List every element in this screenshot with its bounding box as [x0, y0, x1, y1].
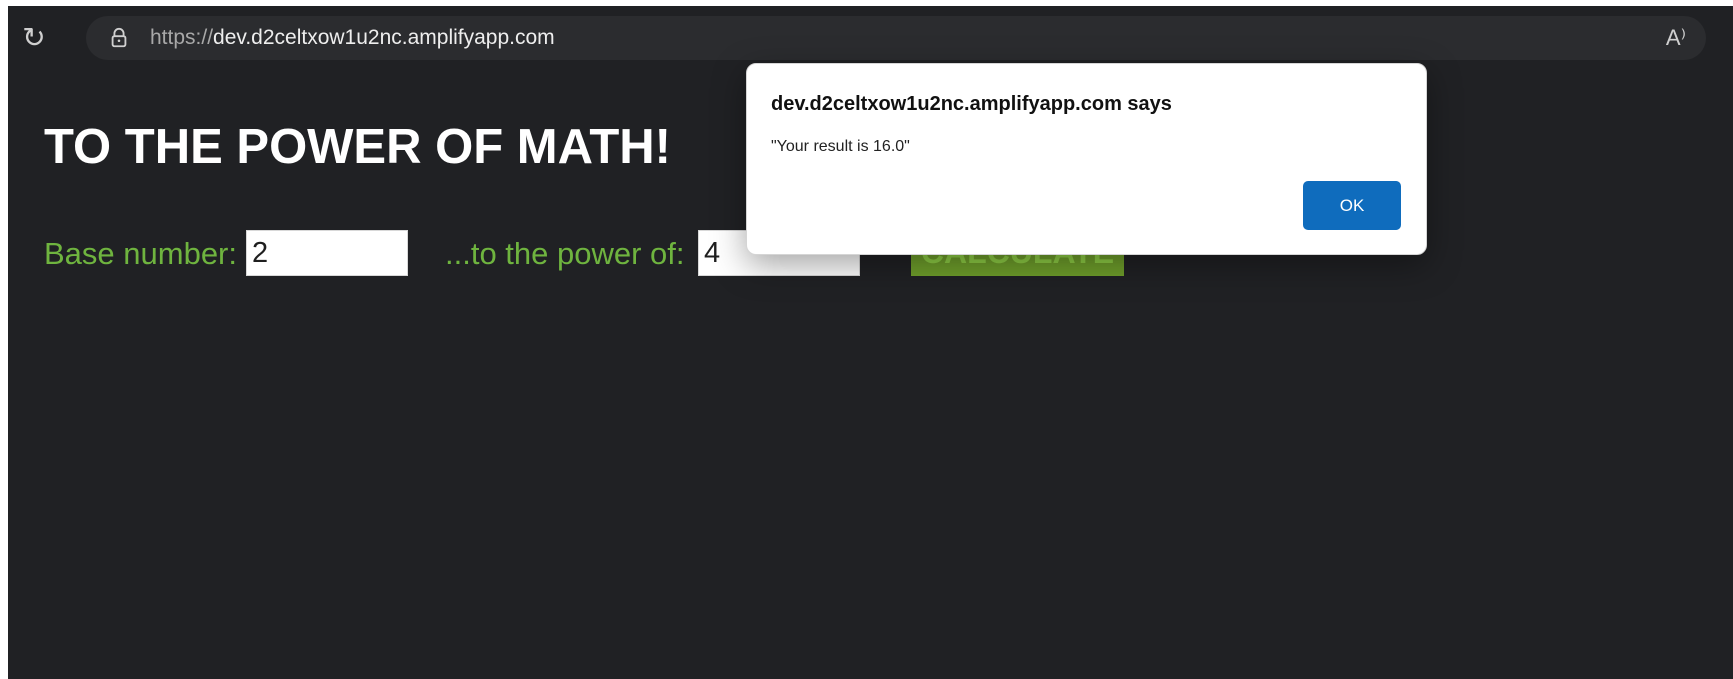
- base-number-input[interactable]: [246, 230, 408, 276]
- base-number-label: Base number:: [44, 236, 237, 271]
- read-aloud-icon[interactable]: A⁾: [1666, 25, 1686, 51]
- power-label: ...to the power of:: [445, 236, 685, 271]
- lock-icon: [111, 27, 127, 48]
- ok-button[interactable]: OK: [1303, 181, 1401, 230]
- page-title: TO THE POWER OF MATH!: [44, 120, 671, 174]
- alert-dialog: dev.d2celtxow1u2nc.amplifyapp.com says "…: [746, 63, 1427, 255]
- browser-window: ↻ https://dev.d2celtxow1u2nc.amplifyapp.…: [8, 6, 1733, 679]
- url-host: dev.d2celtxow1u2nc.amplifyapp.com: [213, 26, 555, 49]
- address-bar[interactable]: https://dev.d2celtxow1u2nc.amplifyapp.co…: [86, 16, 1706, 60]
- url-scheme: https://: [150, 26, 214, 49]
- reload-icon[interactable]: ↻: [20, 24, 48, 52]
- url-text: https://dev.d2celtxow1u2nc.amplifyapp.co…: [150, 26, 555, 50]
- dialog-title: dev.d2celtxow1u2nc.amplifyapp.com says: [771, 93, 1172, 115]
- dialog-message: "Your result is 16.0": [771, 138, 910, 155]
- browser-toolbar: ↻ https://dev.d2celtxow1u2nc.amplifyapp.…: [8, 6, 1733, 71]
